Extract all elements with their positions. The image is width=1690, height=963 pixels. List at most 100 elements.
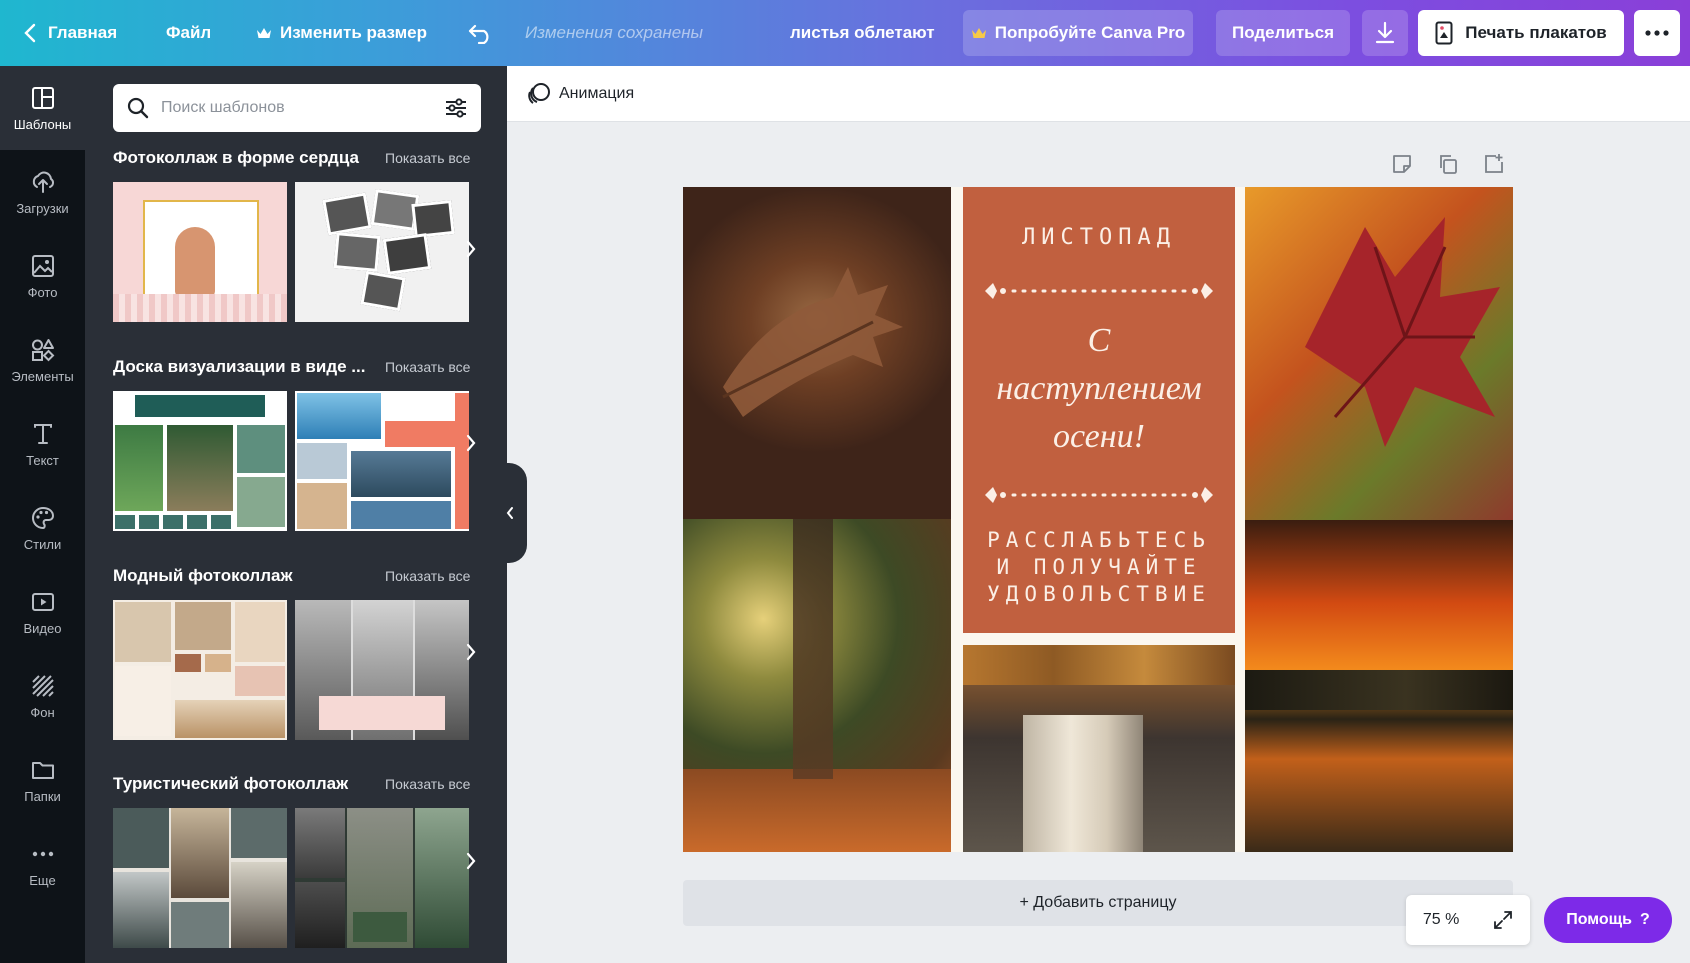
design-title[interactable]: листья облетают	[790, 0, 935, 66]
crown-icon	[971, 28, 986, 38]
show-all-link[interactable]: Показать все	[385, 150, 470, 166]
try-pro-button[interactable]: Попробуйте Canva Pro	[963, 10, 1193, 56]
template-thumbnail[interactable]	[113, 600, 287, 740]
print-posters-button[interactable]: Печать плакатов	[1418, 10, 1624, 56]
template-thumbnail[interactable]	[113, 808, 287, 948]
rail-label: Фото	[27, 284, 58, 300]
greeting-card[interactable]: ЛИСТОПАД С наступлением осени! РАССЛАБЬТ…	[963, 187, 1235, 633]
template-thumbnail[interactable]	[295, 600, 469, 740]
show-all-link[interactable]: Показать все	[385, 359, 470, 375]
chevron-right-icon	[466, 852, 476, 870]
chevron-right-icon	[466, 240, 476, 258]
more-options-button[interactable]	[1634, 10, 1680, 56]
template-thumbnail[interactable]	[113, 391, 287, 531]
rail-item-folders[interactable]: Папки	[0, 738, 85, 822]
card-subtitle: РАССЛАБЬТЕСЬ И ПОЛУЧАЙТЕ УДОВОЛЬСТВИЕ	[963, 527, 1235, 608]
search-icon	[127, 97, 149, 119]
card-greeting: С наступлением осени!	[963, 317, 1235, 461]
file-menu-button[interactable]: Файл	[166, 0, 211, 66]
animation-label: Анимация	[559, 85, 635, 102]
top-bar: Главная Файл Изменить размер Изменения с…	[0, 0, 1690, 66]
rail-item-uploads[interactable]: Загрузки	[0, 150, 85, 234]
photo-red-leaf[interactable]	[1245, 187, 1513, 520]
rail-label: Элементы	[11, 368, 74, 384]
photo-sunset-lake[interactable]	[1245, 520, 1513, 852]
scroll-right-button[interactable]	[461, 234, 481, 264]
video-icon	[31, 592, 54, 611]
rail-label: Папки	[24, 788, 61, 804]
rail-label: Видео	[23, 620, 62, 636]
rail-label: Шаблоны	[13, 116, 72, 132]
zoom-level[interactable]: 75 %	[1423, 911, 1459, 929]
show-all-link[interactable]: Показать все	[385, 568, 470, 584]
zoom-control: 75 %	[1406, 895, 1530, 945]
add-page-icon[interactable]	[1482, 152, 1506, 176]
chevron-left-icon	[506, 507, 513, 519]
template-thumbnail[interactable]	[113, 182, 287, 322]
photo-waterfall[interactable]	[963, 645, 1235, 852]
rail-item-more[interactable]: Еще	[0, 822, 85, 906]
rail-label: Загрузки	[16, 200, 69, 216]
rail-item-text[interactable]: Текст	[0, 402, 85, 486]
leaf-shape	[722, 267, 903, 417]
rail-item-styles[interactable]: Стили	[0, 486, 85, 570]
add-page-button[interactable]: + Добавить страницу	[683, 880, 1513, 926]
home-button[interactable]: Главная	[24, 0, 117, 66]
print-posters-label: Печать плакатов	[1465, 23, 1607, 42]
scroll-right-button[interactable]	[461, 846, 481, 876]
card-greeting-line: осени!	[1053, 418, 1145, 455]
card-subtitle-line: УДОВОЛЬСТВИЕ	[987, 582, 1211, 606]
duplicate-icon[interactable]	[1436, 152, 1460, 176]
rail-item-elements[interactable]: Элементы	[0, 318, 85, 402]
resize-button[interactable]: Изменить размер	[256, 0, 427, 66]
collapse-panel-button[interactable]	[493, 463, 527, 563]
search-input[interactable]	[161, 99, 433, 117]
animation-button[interactable]: Анимация	[527, 66, 634, 122]
card-greeting-line: наступлением	[996, 370, 1202, 407]
template-thumbnail[interactable]	[295, 808, 469, 948]
share-button[interactable]: Поделиться	[1216, 10, 1350, 56]
help-button[interactable]: Помощь ?	[1544, 897, 1672, 943]
text-icon	[33, 423, 52, 444]
scroll-right-button[interactable]	[461, 637, 481, 667]
rail-item-video[interactable]: Видео	[0, 570, 85, 654]
photo-maple-leaf[interactable]	[683, 187, 951, 519]
undo-icon	[468, 24, 489, 44]
filter-icon[interactable]	[445, 97, 467, 119]
rail-item-photos[interactable]: Фото	[0, 234, 85, 318]
note-icon[interactable]	[1390, 152, 1414, 176]
chevron-right-icon	[466, 643, 476, 661]
card-subtitle-line: РАССЛАБЬТЕСЬ	[987, 528, 1211, 552]
help-label: Помощь	[1566, 911, 1632, 928]
card-subtitle-line: И ПОЛУЧАЙТЕ	[996, 555, 1202, 579]
folder-icon	[31, 761, 54, 779]
leaf-shape	[1305, 217, 1500, 447]
card-greeting-line: С	[1087, 322, 1111, 359]
rail-label: Текст	[26, 452, 59, 468]
photo-icon	[31, 254, 54, 277]
section-title: Туристический фотоколлаж	[113, 774, 349, 793]
scroll-right-button[interactable]	[461, 428, 481, 458]
download-icon	[1375, 21, 1395, 44]
more-icon	[1645, 30, 1669, 36]
more-dots-icon	[32, 851, 53, 856]
templates-icon	[31, 86, 54, 109]
rail-item-background[interactable]: Фон	[0, 654, 85, 738]
background-icon	[31, 674, 54, 697]
undo-button[interactable]	[468, 0, 494, 66]
fullscreen-icon[interactable]	[1493, 910, 1513, 930]
question-icon: ?	[1640, 911, 1650, 928]
template-thumbnail[interactable]	[295, 391, 469, 531]
download-button[interactable]	[1362, 10, 1408, 56]
page-actions	[1390, 152, 1506, 178]
rail-label: Стили	[23, 536, 62, 552]
show-all-link[interactable]: Показать все	[385, 776, 470, 792]
template-thumbnail[interactable]	[295, 182, 469, 322]
template-search	[113, 84, 481, 132]
poster-icon	[1435, 21, 1453, 45]
photo-falling-leaves[interactable]	[683, 519, 951, 852]
try-pro-label: Попробуйте Canva Pro	[994, 23, 1186, 42]
section-title: Фотоколлаж в форме сердца	[113, 148, 359, 167]
rail-item-templates[interactable]: Шаблоны	[0, 66, 85, 150]
design-page[interactable]: ЛИСТОПАД С наступлением осени! РАССЛАБЬТ…	[683, 187, 1513, 852]
